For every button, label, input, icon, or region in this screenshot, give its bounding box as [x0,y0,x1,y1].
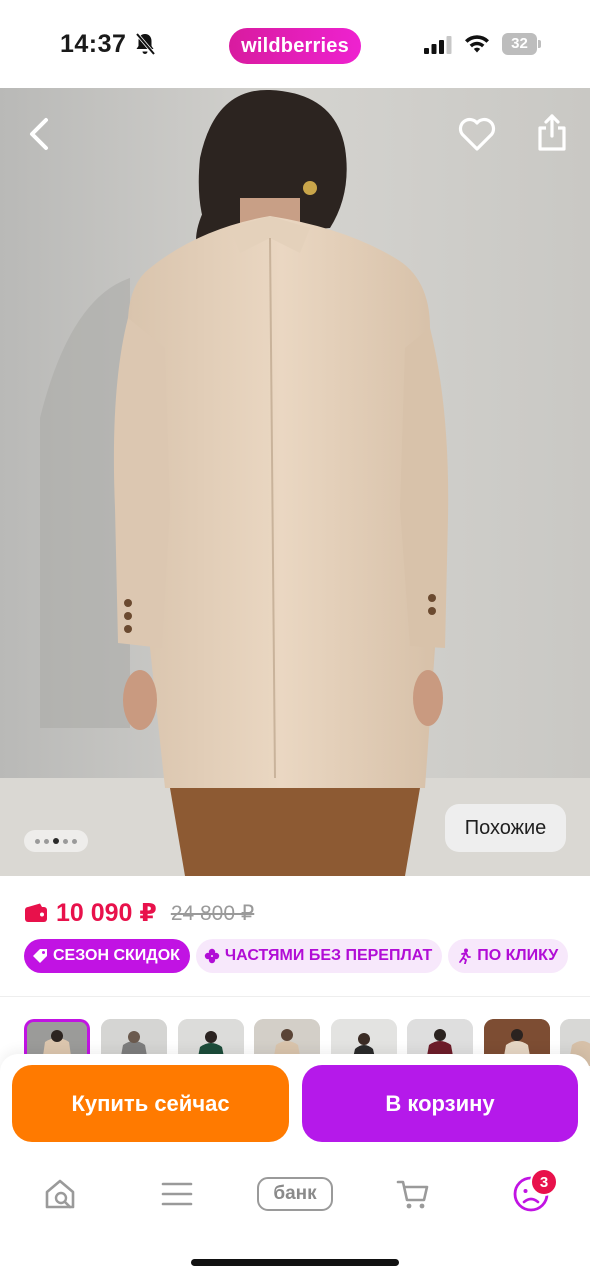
status-time: 14:37 [60,30,127,58]
share-icon[interactable] [536,112,568,152]
home-search-icon [45,1179,75,1209]
price-old: 24 800 ₽ [170,901,255,925]
profile-badge: 3 [530,1168,558,1196]
clover-icon [204,948,220,964]
bell-off-icon [135,32,156,56]
pagination-dot [35,838,40,844]
bank-label: банк [257,1177,333,1211]
tag-label: ПО КЛИКУ [477,947,559,964]
status-bar: 14:37 wildberries 32 [0,0,590,88]
nav-bank[interactable]: банк [256,1174,334,1214]
pagination-dot [63,838,68,844]
nav-cart[interactable] [394,1174,432,1214]
brand-logo: wildberries [229,28,361,64]
cart-icon [396,1180,429,1209]
pagination-dot [44,838,49,844]
nav-catalog[interactable] [158,1174,196,1214]
pagination-dot-active [53,838,59,844]
menu-icon [161,1182,193,1206]
tag-label: СЕЗОН СКИДОК [53,947,180,964]
similar-button[interactable]: Похожие [445,804,566,852]
back-icon[interactable] [22,114,56,154]
add-to-cart-button[interactable]: В корзину [302,1065,578,1142]
nav-home[interactable] [40,1174,80,1214]
tag-label: ЧАСТЯМИ БЕЗ ПЕРЕПЛАТ [224,947,433,964]
tag-one-click[interactable]: ПО КЛИКУ [448,939,569,973]
running-person-icon [459,948,472,964]
wallet-icon [25,903,47,922]
action-bar: Купить сейчас В корзину [0,1054,590,1154]
buy-now-button[interactable]: Купить сейчас [12,1065,289,1142]
home-indicator [191,1259,399,1266]
product-photo [0,88,590,876]
tag-icon [33,949,47,963]
battery-level: 32 [511,35,528,52]
tag-installments[interactable]: ЧАСТЯМИ БЕЗ ПЕРЕПЛАТ [195,939,443,973]
gallery-pagination [24,830,88,852]
signal-icon [424,36,452,54]
product-gallery[interactable]: Похожие [0,88,590,876]
pagination-dot [72,838,77,844]
promo-tags: СЕЗОН СКИДОК ЧАСТЯМИ БЕЗ ПЕРЕПЛАТ ПО КЛИ… [24,939,569,973]
tag-season-sale[interactable]: СЕЗОН СКИДОК [24,939,190,973]
heart-icon[interactable] [458,116,496,152]
price-row: 10 090 ₽ 24 800 ₽ [24,896,254,930]
price-current: 10 090 ₽ [56,899,157,927]
battery-icon: 32 [502,33,542,55]
wifi-icon [465,35,489,53]
